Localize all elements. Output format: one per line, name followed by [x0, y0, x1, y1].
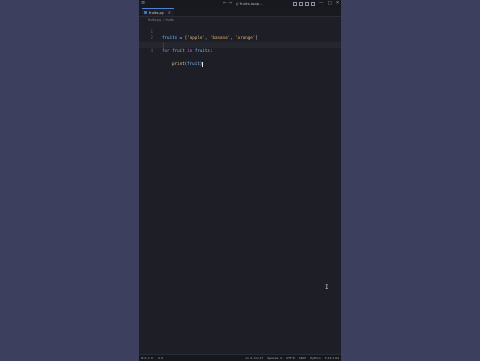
- code-editor-window: ≡ ← → // fruits-loop... — □ ✕ fruits.py …: [139, 0, 341, 361]
- line-endings[interactable]: CRLF: [299, 355, 307, 361]
- left-background: [0, 0, 139, 360]
- window-title[interactable]: // fruits-loop...: [236, 0, 263, 8]
- tab-label: fruits.py: [149, 10, 164, 15]
- tab-fruits-py[interactable]: fruits.py ×: [142, 8, 174, 16]
- loop-variable: fruit: [172, 48, 185, 53]
- iterable-name: fruits: [194, 48, 210, 53]
- maximize-button[interactable]: □: [328, 0, 332, 8]
- line-text: print(fruit): [172, 61, 203, 68]
- nav-arrows[interactable]: ← →: [223, 0, 232, 8]
- toggle-secondary-sidebar-icon[interactable]: [305, 2, 309, 6]
- line-text: for fruit in fruits:: [162, 48, 213, 55]
- colon: :: [209, 48, 213, 53]
- text-cursor: [202, 61, 203, 67]
- menu-icon[interactable]: ≡: [141, 1, 147, 6]
- code-line-4: 4 print(fruit): [139, 41, 341, 67]
- toggle-sidebar-icon[interactable]: [293, 2, 297, 6]
- i-beam-cursor-icon: I: [325, 284, 329, 291]
- interpreter-version[interactable]: 3.13.1 64: [325, 355, 339, 361]
- argument: fruit: [187, 61, 200, 66]
- line-number: 4: [150, 48, 153, 53]
- title-bar: ≡ ← → // fruits-loop... — □ ✕: [139, 0, 341, 8]
- breadcrumb-symbol[interactable]: › fruits: [163, 18, 174, 22]
- encoding[interactable]: UTF-8: [286, 355, 295, 361]
- layout-toggles: [293, 2, 315, 6]
- indentation[interactable]: Spaces: 4: [267, 355, 282, 361]
- close-tab-icon[interactable]: ×: [168, 10, 171, 15]
- keyword: for: [162, 48, 170, 53]
- tab-bar: fruits.py ×: [139, 8, 341, 17]
- problems-indicator[interactable]: ⊗ 0 ⚠ 0: [141, 355, 153, 361]
- minimize-button[interactable]: —: [319, 0, 324, 8]
- cursor-position[interactable]: Ln 4, Col 17: [245, 355, 263, 361]
- toggle-panel-icon[interactable]: [299, 2, 303, 6]
- indent-guide: [163, 41, 164, 48]
- language-mode[interactable]: Python: [310, 355, 320, 361]
- breadcrumb-file[interactable]: fruits.py: [148, 18, 161, 22]
- customize-layout-icon[interactable]: [311, 2, 315, 6]
- close-window-button[interactable]: ✕: [336, 0, 340, 8]
- python-file-icon: [144, 11, 147, 14]
- code-area[interactable]: 1 fruits = ['apple', 'banana', 'orange']…: [139, 22, 341, 67]
- right-background: [341, 0, 480, 360]
- ports-indicator[interactable]: ⊙ 0: [158, 355, 163, 361]
- function-name: print: [172, 61, 185, 66]
- window-controls: — □ ✕: [319, 0, 340, 8]
